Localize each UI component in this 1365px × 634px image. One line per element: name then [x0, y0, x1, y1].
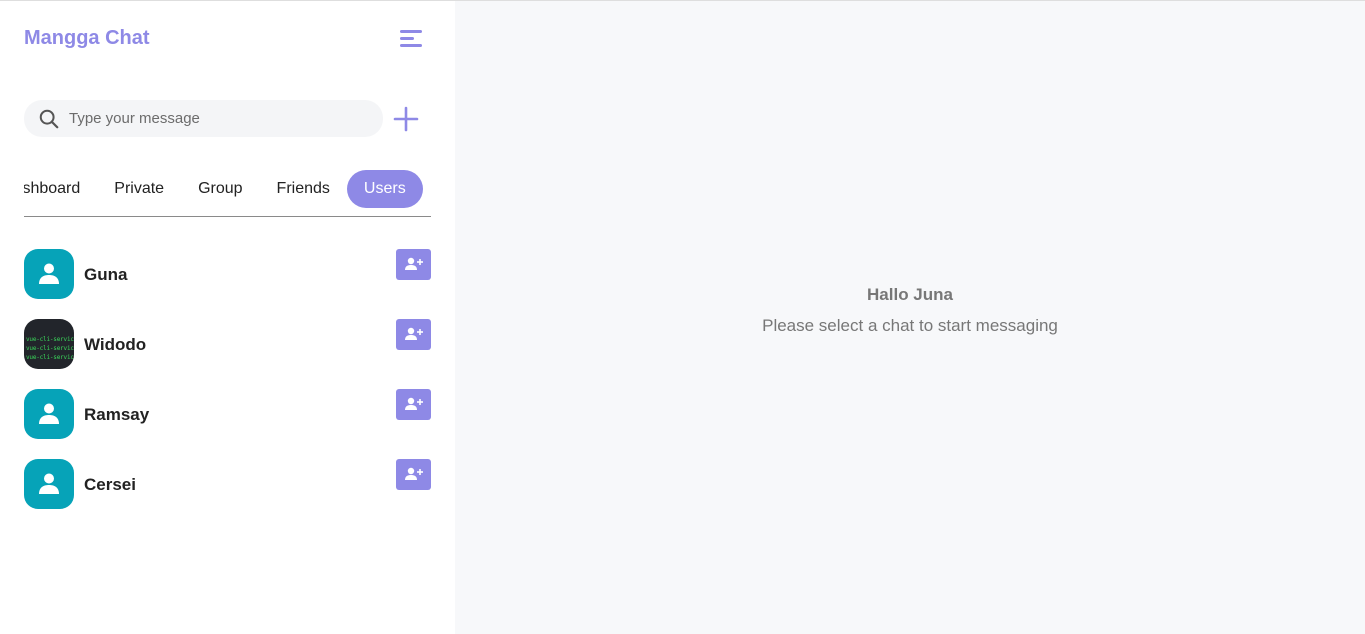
add-friend-button[interactable] [396, 459, 431, 490]
add-chat-button[interactable] [392, 105, 420, 133]
avatar [24, 249, 74, 299]
user-icon [39, 473, 59, 494]
sidebar: Mangga Chat Dashboard Private Group Frie… [0, 1, 455, 634]
list-item[interactable]: Guna [24, 249, 431, 319]
add-user-icon [405, 327, 423, 340]
add-friend-button[interactable] [396, 319, 431, 350]
tab-private[interactable]: Private [97, 170, 181, 208]
user-name: Guna [84, 265, 128, 284]
search-input[interactable] [69, 110, 359, 127]
tab-group[interactable]: Group [181, 170, 259, 208]
add-user-icon [405, 397, 423, 410]
list-item[interactable]: Cersei [24, 459, 431, 529]
tab-friends[interactable]: Friends [260, 170, 347, 208]
add-user-icon [405, 257, 423, 270]
tab-users[interactable]: Users [346, 170, 423, 208]
list-item[interactable]: vue-cli-servic vue-cli-servic vue-cli-se… [24, 319, 431, 389]
avatar [24, 459, 74, 509]
user-list: Guna vue-cli-servic vue-cli-servic vue-c… [24, 249, 431, 529]
user-icon [39, 403, 59, 424]
avatar [24, 389, 74, 439]
add-friend-button[interactable] [396, 249, 431, 280]
avatar: vue-cli-servic vue-cli-servic vue-cli-se… [24, 319, 74, 369]
user-icon [39, 263, 59, 284]
plus-icon [393, 106, 419, 132]
user-name: Cersei [84, 475, 136, 494]
app-title: Mangga Chat [24, 27, 150, 49]
avatar-code-line: vue-cli-servic [26, 345, 74, 352]
tab-scroll-indicator [24, 215, 60, 216]
search-icon [39, 109, 59, 128]
menu-icon[interactable] [397, 28, 425, 50]
avatar-code-line: vue-cli-servic [26, 354, 74, 361]
chat-panel: Hallo Juna Please select a chat to start… [455, 1, 1365, 634]
user-name: Ramsay [84, 405, 150, 424]
greeting: Hallo Juna [867, 285, 953, 304]
avatar-code-line: vue-cli-servic [26, 336, 74, 343]
add-friend-button[interactable] [396, 389, 431, 420]
search-bar [24, 100, 383, 137]
empty-state-message: Please select a chat to start messaging [762, 316, 1058, 335]
tab-dashboard[interactable]: Dashboard [24, 170, 97, 208]
list-item[interactable]: Ramsay [24, 389, 431, 459]
add-user-icon [405, 467, 423, 480]
tab-bar: Dashboard Private Group Friends Users [24, 170, 431, 217]
empty-state: Hallo Juna Please select a chat to start… [455, 285, 1365, 336]
user-name: Widodo [84, 335, 147, 354]
